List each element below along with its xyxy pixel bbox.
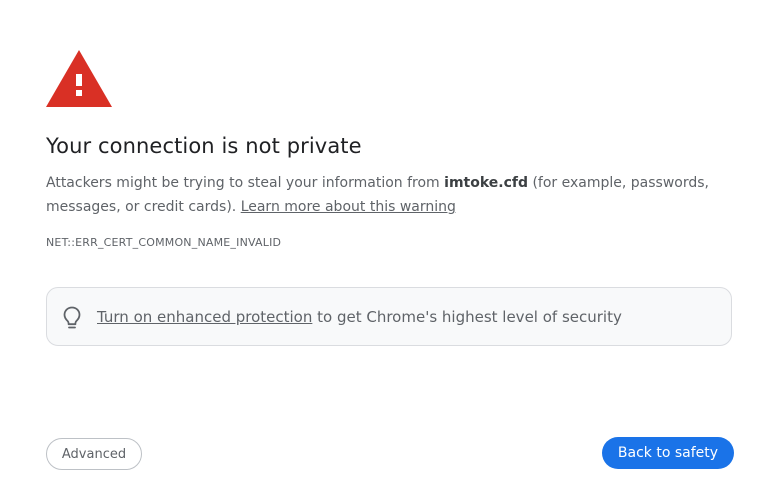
warning-triangle-icon bbox=[46, 50, 112, 107]
back-to-safety-button[interactable]: Back to safety bbox=[602, 437, 734, 469]
enhanced-protection-promo: Turn on enhanced protection to get Chrom… bbox=[46, 287, 732, 346]
error-code: NET::ERR_CERT_COMMON_NAME_INVALID bbox=[46, 236, 282, 249]
promo-text: to get Chrome's highest level of securit… bbox=[312, 308, 622, 326]
enhanced-protection-link[interactable]: Turn on enhanced protection bbox=[97, 308, 312, 326]
message-text-before: Attackers might be trying to steal your … bbox=[46, 175, 445, 191]
page-title: Your connection is not private bbox=[46, 134, 362, 158]
warning-message: Attackers might be trying to steal your … bbox=[46, 171, 736, 219]
lightbulb-icon bbox=[63, 306, 81, 329]
learn-more-link[interactable]: Learn more about this warning bbox=[241, 199, 456, 215]
site-domain: imtoke.cfd bbox=[444, 175, 529, 191]
advanced-button[interactable]: Advanced bbox=[46, 438, 142, 470]
